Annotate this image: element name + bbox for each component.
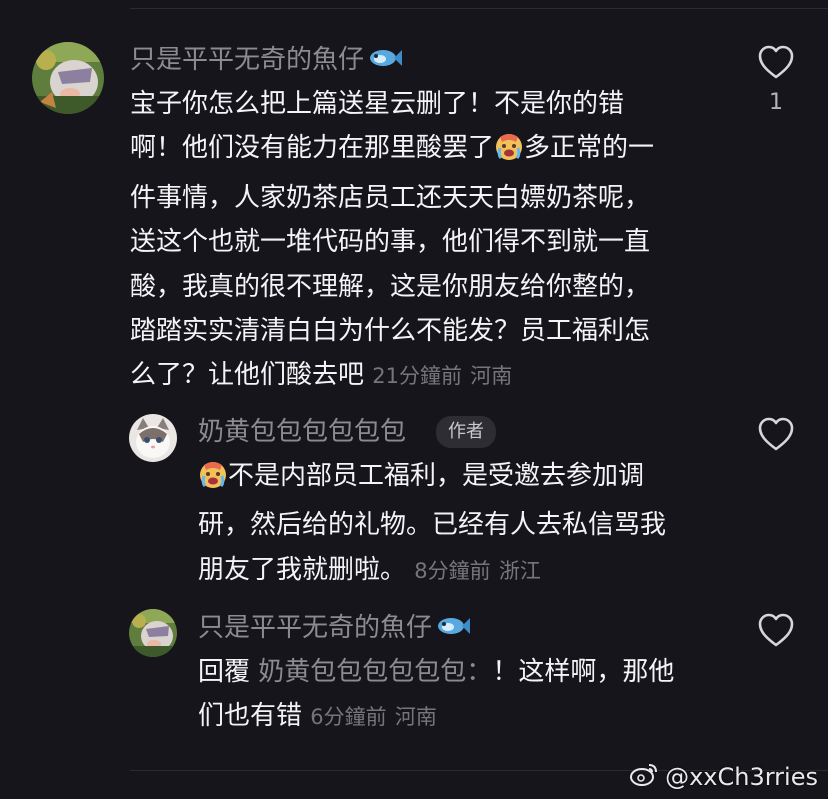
comment-line: 送这个也就一堆代码的事，他们得不到就一直 [130, 227, 651, 258]
comment-username[interactable]: 只是平平无奇的魚仔 [198, 613, 471, 644]
like-heart-icon[interactable] [757, 612, 795, 652]
comment-line: 宝子你怎么把上篇送星云删了！不是你的错 [130, 89, 625, 119]
avatar[interactable] [129, 414, 177, 462]
watermark: @xxCh3rries [629, 761, 818, 793]
author-badge: 作者 [436, 416, 496, 448]
watermark-text: @xxCh3rries [665, 763, 818, 791]
fish-icon [436, 614, 471, 644]
crying-face-emoji-icon [495, 131, 523, 175]
comment-line: 件事情，人家奶茶店员工还天天白嫖奶茶呢， [130, 182, 651, 213]
comment-username[interactable]: 只是平平无奇的魚仔 [130, 45, 403, 76]
comment-line: 踏踏实实清清白白为什么不能发？员工福利怎 [130, 316, 651, 347]
comment-location: 河南 [470, 364, 513, 389]
crying-face-emoji-icon [199, 459, 227, 503]
top-divider [130, 8, 828, 9]
reply-mention[interactable]: 奶黄包包包包包包 [258, 657, 466, 687]
username-text[interactable]: 只是平平无奇的魚仔 [130, 45, 364, 75]
avatar[interactable] [129, 609, 177, 657]
comment-feed: 只是平平无奇的魚仔 宝子你怎么把上篇送星云删了！不是你的错 啊！他们没有能力在那… [0, 0, 828, 799]
like-heart-icon[interactable] [757, 416, 795, 456]
comment-location: 浙江 [498, 558, 541, 583]
username-text[interactable]: 只是平平无奇的魚仔 [198, 613, 432, 643]
comment-line: 们也有错 6分鐘前 河南 [198, 701, 437, 732]
comment-line: 酸，我真的很不理解，这是你朋友给你整的， [130, 271, 651, 302]
comment-username[interactable]: 奶黄包包包包包包 [198, 417, 406, 447]
comment-body: 回覆 奶黄包包包包包包：！这样啊，那他 们也有错 6分鐘前 河南 [198, 650, 738, 740]
comment-line: 不是内部员工福利，是受邀去参加调 [198, 454, 738, 503]
comment-body: 宝子你怎么把上篇送星云删了！不是你的错 啊！他们没有能力在那里酸罢了 多正常的一… [130, 82, 750, 399]
comment-line: 回覆 奶黄包包包包包包：！这样啊，那他 [198, 657, 675, 687]
comment-location: 河南 [394, 705, 437, 730]
comment-time: 8分鐘前 [414, 558, 491, 583]
avatar[interactable] [32, 42, 104, 114]
like-count: 1 [769, 90, 783, 115]
comment-line: 研，然后给的礼物。已经有人去私信骂我 [198, 510, 667, 541]
comment-line: 朋友了我就删啦。 8分鐘前 浙江 [198, 554, 541, 585]
comment-time: 6分鐘前 [310, 705, 387, 730]
comment-body: 不是内部员工福利，是受邀去参加调 研，然后给的礼物。已经有人去私信骂我 朋友了我… [198, 454, 738, 593]
fish-icon [368, 46, 403, 76]
comment-time: 21分鐘前 [372, 364, 463, 389]
comment-line: 啊！他们没有能力在那里酸罢了 多正常的一 [130, 126, 750, 175]
like-heart-icon[interactable] [757, 44, 795, 84]
comment-line: 么了？让他们酸去吧 21分鐘前 河南 [130, 360, 513, 391]
weibo-logo-icon [629, 761, 659, 793]
